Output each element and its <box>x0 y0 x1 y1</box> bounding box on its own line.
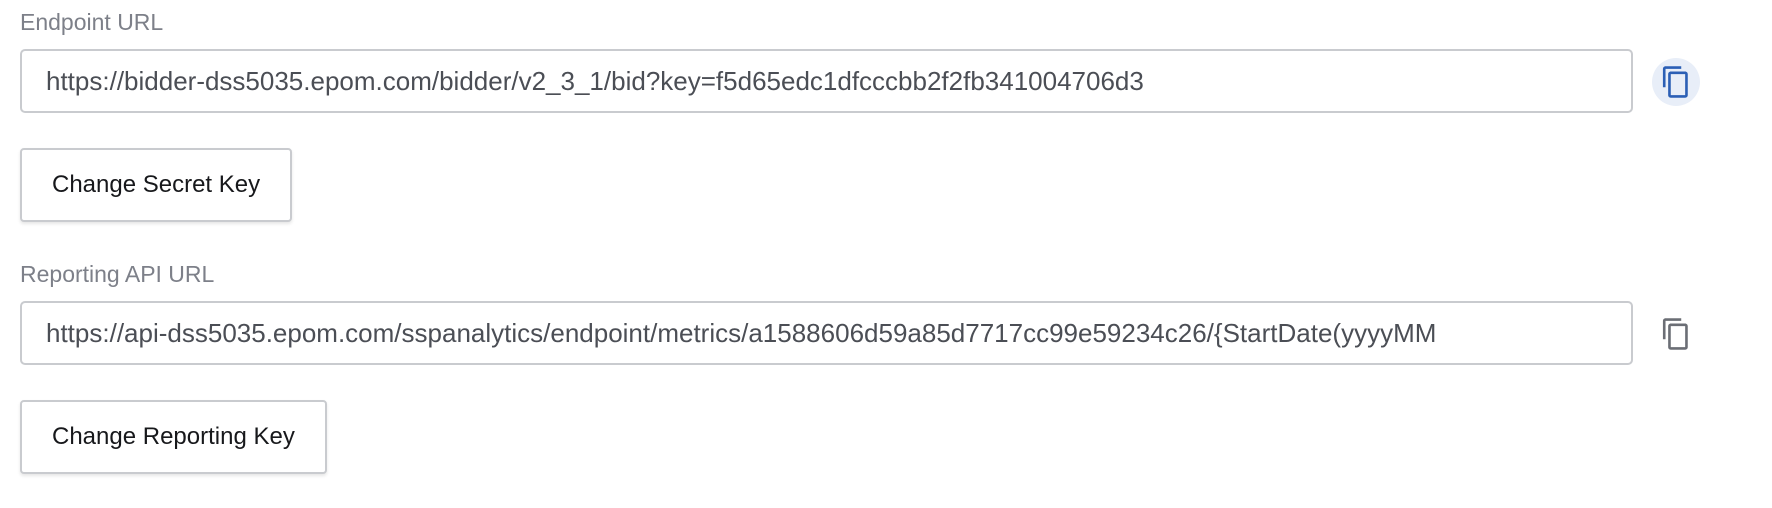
reporting-api-url-field[interactable] <box>20 301 1633 365</box>
copy-reporting-api-url-button[interactable] <box>1652 310 1700 358</box>
endpoint-url-field[interactable] <box>20 49 1633 113</box>
endpoint-url-label: Endpoint URL <box>20 9 164 35</box>
reporting-api-url-label: Reporting API URL <box>20 261 215 287</box>
copy-endpoint-url-button[interactable] <box>1652 58 1700 106</box>
copy-icon <box>1662 318 1688 350</box>
copy-icon <box>1662 66 1688 98</box>
change-reporting-key-button[interactable]: Change Reporting Key <box>20 400 327 474</box>
reporting-api-url-input[interactable] <box>22 303 1631 363</box>
endpoint-url-input[interactable] <box>22 51 1631 111</box>
change-secret-key-button[interactable]: Change Secret Key <box>20 148 293 222</box>
